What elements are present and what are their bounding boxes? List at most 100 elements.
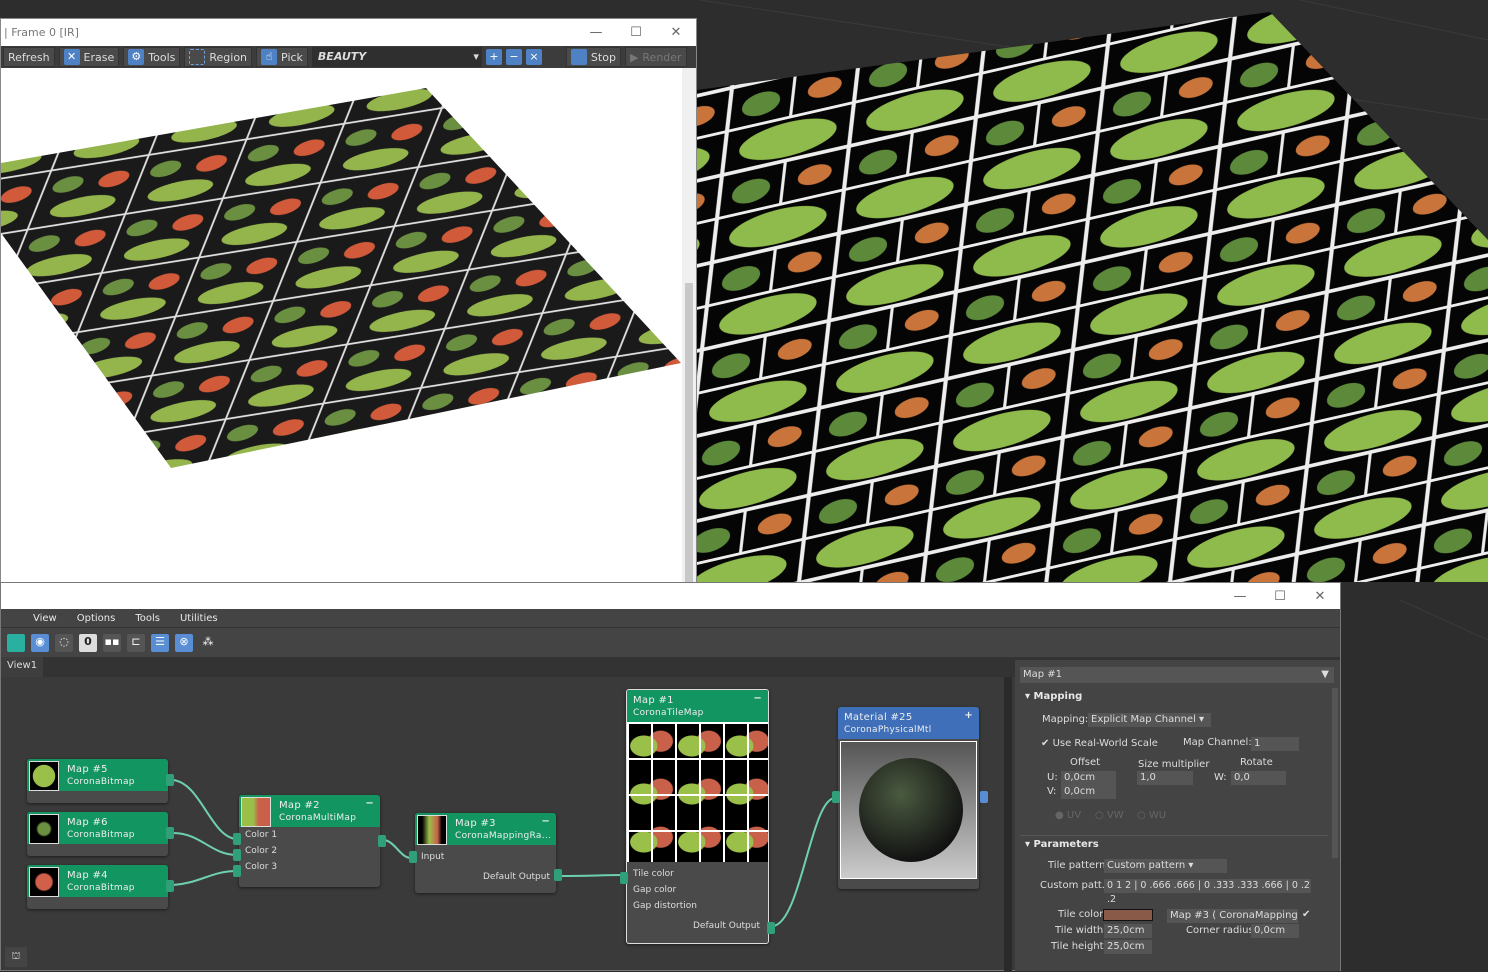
expand-icon[interactable]: + bbox=[964, 709, 973, 722]
mapping-value: Explicit Map Channel bbox=[1091, 714, 1196, 725]
material-preview bbox=[840, 741, 977, 879]
real-world-label: Use Real-World Scale bbox=[1052, 738, 1158, 749]
minimize-button[interactable]: — bbox=[576, 19, 616, 46]
tile-width-label: Tile width: bbox=[1055, 925, 1107, 936]
slot-gap-color[interactable]: Gap color bbox=[627, 882, 768, 898]
zoom-out-icon[interactable]: − bbox=[505, 49, 522, 65]
offset-label: Offset bbox=[1070, 757, 1101, 768]
vfb-titlebar: | Frame 0 [IR] — ☐ ✕ bbox=[1, 19, 696, 46]
close-button[interactable]: ✕ bbox=[656, 19, 696, 46]
slot-color1[interactable]: Color 1 bbox=[239, 827, 380, 843]
tile-map-button[interactable]: Map #3 ( CoronaMappingRand bbox=[1167, 909, 1298, 923]
maximize-button[interactable]: ☐ bbox=[616, 19, 656, 46]
node-map5[interactable]: Map #5 CoronaBitmap bbox=[27, 759, 174, 803]
divider bbox=[1020, 835, 1328, 836]
tile-map-checkbox[interactable]: ✔ bbox=[1302, 909, 1310, 920]
thumbnail bbox=[29, 814, 59, 844]
slot-input[interactable]: Input bbox=[415, 849, 556, 865]
output-port[interactable] bbox=[980, 791, 988, 803]
node-map6[interactable]: Map #6 CoronaBitmap bbox=[27, 812, 174, 856]
output-port[interactable] bbox=[166, 827, 174, 839]
region-button[interactable]: Region bbox=[184, 47, 253, 67]
node-material25[interactable]: Material #25 CoronaPhysicalMtl + bbox=[832, 707, 988, 889]
corner-radius-value: 0,0cm bbox=[1254, 925, 1286, 936]
refresh-button[interactable]: Refresh bbox=[3, 47, 55, 67]
tools-button[interactable]: ⚙ Tools bbox=[123, 47, 181, 67]
output-port[interactable] bbox=[166, 774, 174, 786]
navigator-icon[interactable]: ⛫ bbox=[5, 947, 27, 967]
stop-button[interactable]: Stop bbox=[565, 47, 621, 67]
tile-map-value: Map #3 ( CoronaMappingRand bbox=[1170, 910, 1298, 921]
erase-icon: ✕ bbox=[63, 49, 80, 65]
node-title: Map #3 bbox=[455, 818, 496, 829]
parameters-rollout[interactable]: ▾ Parameters bbox=[1025, 839, 1099, 850]
custom-pattern-field[interactable]: 0 1 2 | 0 .666 .666 | 0 .333 .333 .666 |… bbox=[1104, 879, 1311, 905]
input-port[interactable] bbox=[409, 851, 417, 863]
erase-button[interactable]: ✕ Erase bbox=[58, 47, 120, 67]
vfb-scrollbar[interactable] bbox=[682, 68, 696, 583]
vw-radio[interactable]: ○ VW bbox=[1095, 810, 1124, 821]
tile-pattern-dropdown[interactable]: Custom pattern ▾ bbox=[1104, 859, 1227, 873]
v-offset-spinner[interactable]: 0,0cm bbox=[1061, 785, 1116, 799]
gear-icon: ⚙ bbox=[128, 49, 145, 65]
mapping-rollout[interactable]: ▾ Mapping bbox=[1025, 691, 1082, 702]
collapse-icon[interactable]: − bbox=[753, 692, 762, 705]
parameter-editor: Map #1 ▼ ▾ Mapping Mapping: Explicit Map … bbox=[1015, 660, 1340, 971]
output-port[interactable] bbox=[554, 869, 562, 881]
slot-color3[interactable]: Color 3 bbox=[239, 859, 380, 875]
w-value: 0,0 bbox=[1234, 772, 1250, 783]
map-channel-spinner[interactable]: 1 bbox=[1251, 737, 1299, 751]
slot-tile-color[interactable]: Tile color bbox=[627, 866, 768, 882]
rotate-label: Rotate bbox=[1240, 757, 1273, 768]
input-port[interactable] bbox=[233, 865, 241, 877]
node-title: Map #1 bbox=[633, 695, 674, 706]
slot-color2[interactable]: Color 2 bbox=[239, 843, 380, 859]
slot-gap-distortion[interactable]: Gap distortion bbox=[627, 898, 768, 914]
channel-dropdown[interactable]: BEAUTY ▾ bbox=[311, 47, 482, 67]
node-map3[interactable]: Map #3 CoronaMappingRa... − Input Default … bbox=[409, 813, 562, 893]
thumbnail bbox=[417, 815, 447, 845]
node-title: Map #4 bbox=[67, 870, 108, 881]
u-offset-spinner[interactable]: 0,0cm bbox=[1061, 771, 1116, 785]
corner-radius-spinner[interactable]: 0,0cm bbox=[1251, 924, 1299, 938]
slot-default-output[interactable]: Default Output bbox=[415, 869, 556, 885]
tile-width-spinner[interactable]: 25,0cm bbox=[1104, 924, 1152, 938]
map-name: Map #1 bbox=[1023, 669, 1063, 680]
pick-button[interactable]: ☝ Pick bbox=[256, 47, 308, 67]
node-title: Map #5 bbox=[67, 764, 108, 775]
node-type: CoronaPhysicalMtl bbox=[844, 725, 932, 735]
input-port[interactable] bbox=[233, 849, 241, 861]
output-port[interactable] bbox=[767, 922, 775, 934]
real-world-scale-checkbox[interactable]: ✔ Use Real-World Scale bbox=[1041, 738, 1158, 749]
node-map4[interactable]: Map #4 CoronaBitmap bbox=[27, 865, 174, 909]
uv-radio[interactable]: ● UV bbox=[1055, 810, 1081, 821]
render-button[interactable]: ▶ Render bbox=[624, 47, 687, 67]
map-name-field[interactable]: Map #1 ▼ bbox=[1020, 667, 1334, 683]
mapping-dropdown[interactable]: Explicit Map Channel ▾ bbox=[1088, 713, 1211, 727]
slot-default-output[interactable]: Default Output bbox=[627, 918, 768, 934]
size-multiplier-spinner[interactable]: 1,0 bbox=[1137, 771, 1193, 785]
tile-height-spinner[interactable]: 25,0cm bbox=[1104, 940, 1152, 954]
collapse-icon[interactable]: − bbox=[365, 797, 374, 810]
chevron-down-icon: ▼ bbox=[1321, 669, 1329, 680]
w-label: W: bbox=[1214, 772, 1227, 783]
collapse-icon[interactable]: − bbox=[541, 815, 550, 828]
erase-label: Erase bbox=[83, 50, 115, 64]
node-map2[interactable]: Map #2 CoronaMultiMap − Color 1 Color 2 Co… bbox=[233, 795, 386, 887]
output-port[interactable] bbox=[378, 835, 386, 847]
graph-scrollbar[interactable] bbox=[1004, 677, 1012, 971]
output-port[interactable] bbox=[166, 880, 174, 892]
w-rotate-spinner[interactable]: 0,0 bbox=[1231, 771, 1286, 785]
tile-color-swatch[interactable] bbox=[1103, 909, 1153, 921]
tile-map-preview bbox=[627, 722, 768, 862]
input-port[interactable] bbox=[620, 872, 628, 884]
channel-value: BEAUTY bbox=[317, 50, 367, 63]
zoom-reset-icon[interactable]: × bbox=[525, 49, 542, 65]
input-port[interactable] bbox=[832, 791, 840, 803]
wu-radio[interactable]: ○ WU bbox=[1137, 810, 1166, 821]
zoom-in-icon[interactable]: + bbox=[485, 49, 502, 65]
node-type: CoronaBitmap bbox=[67, 883, 135, 893]
node-map1[interactable]: Map #1 CoronaTileMap − Tile color Gap colo… bbox=[620, 689, 775, 944]
panel-scrollbar[interactable] bbox=[1332, 688, 1338, 858]
input-port[interactable] bbox=[233, 833, 241, 845]
